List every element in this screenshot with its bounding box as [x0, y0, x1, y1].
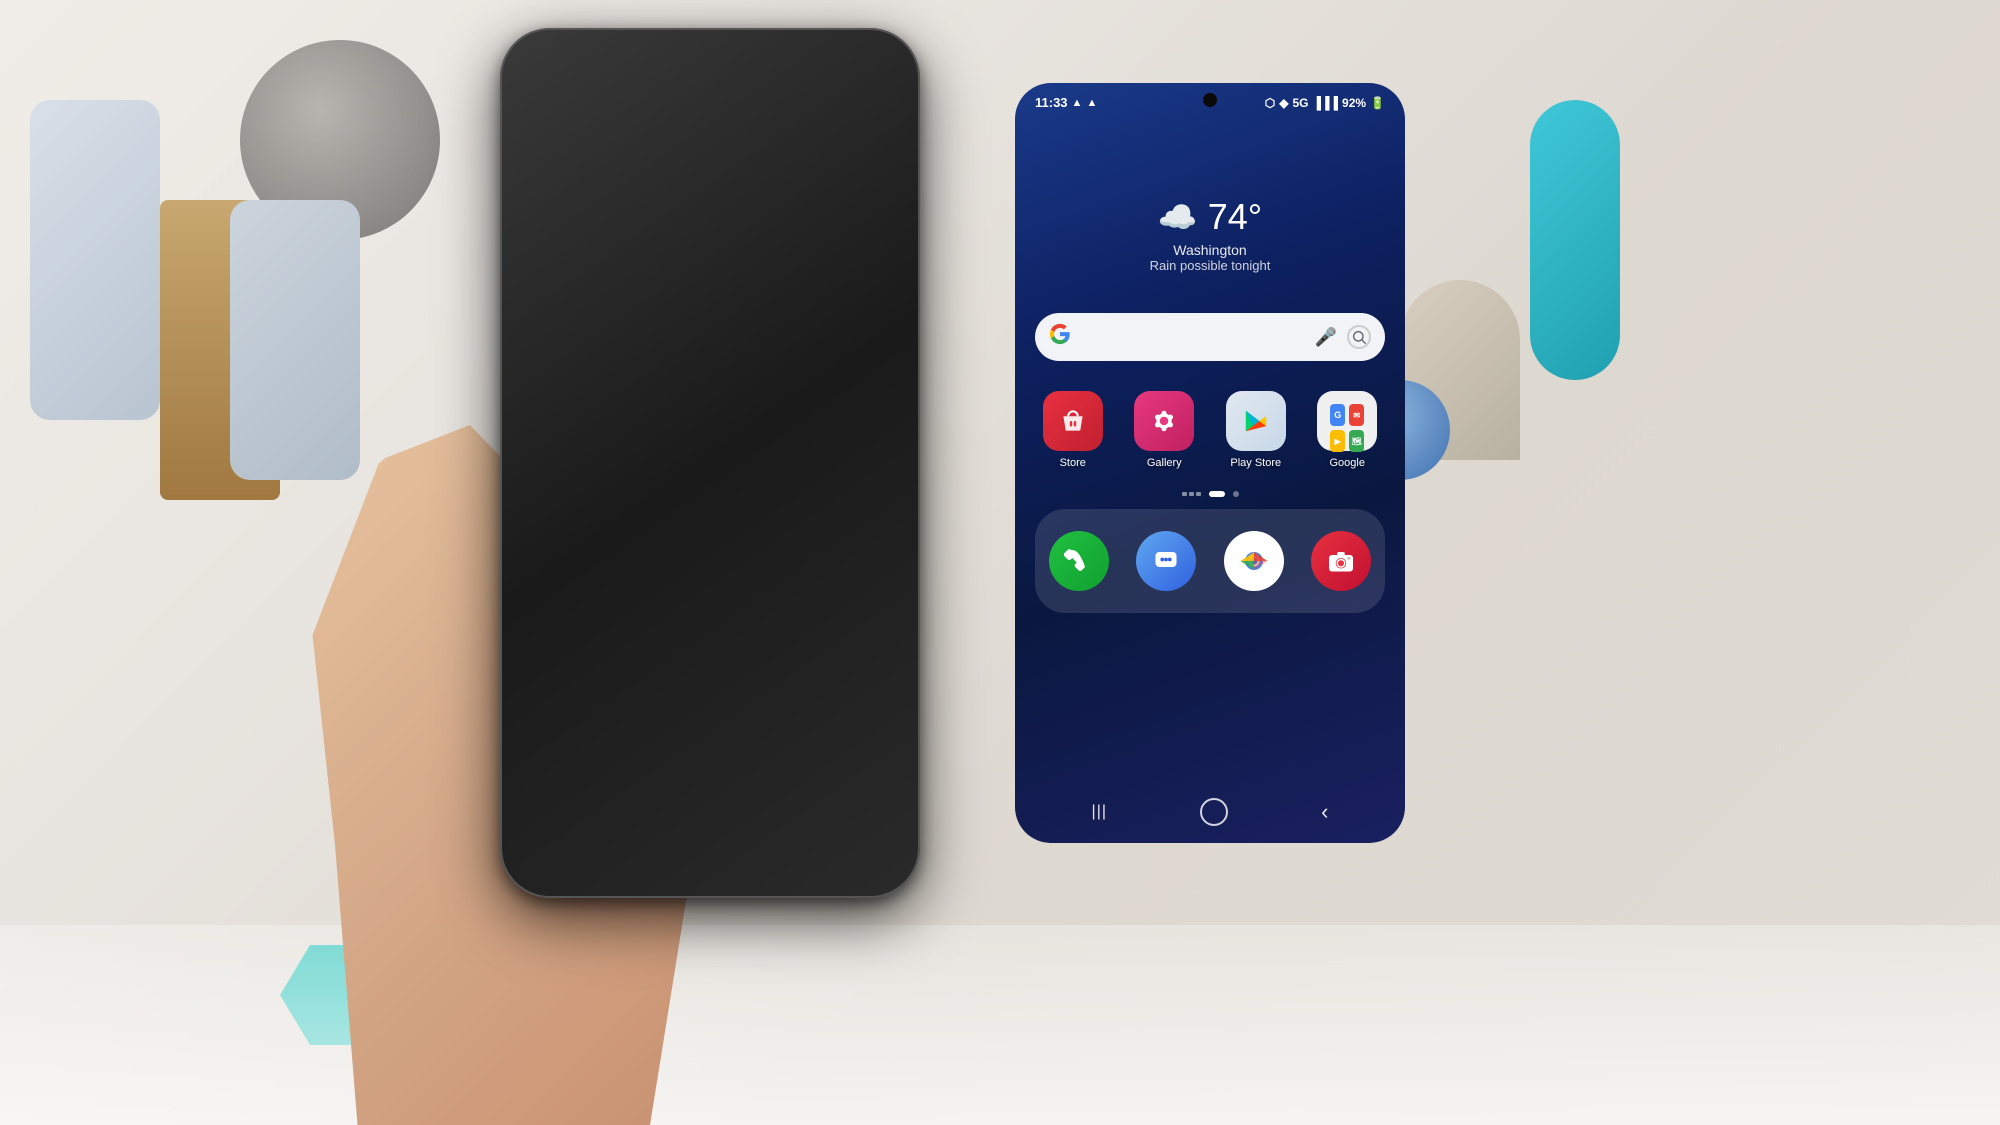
gallery-icon [1134, 391, 1194, 451]
dock-camera[interactable] [1311, 531, 1371, 591]
app-grid-row1: Store Gallery [1015, 381, 1405, 479]
page-indicator [1015, 491, 1405, 497]
store-icon [1043, 391, 1103, 451]
phone-screen: 11:33 ▲ ▲ ⬡ ◆ 5G ▐▐▐ 92% 🔋 ☁️ 74° Washin… [1015, 83, 1405, 843]
microphone-icon[interactable]: 🎤 [1315, 327, 1337, 348]
bg-phone-left [30, 100, 160, 420]
gallery-label: Gallery [1147, 457, 1182, 469]
recents-button[interactable]: ||| [1092, 803, 1107, 821]
search-icons: 🎤 [1315, 325, 1371, 349]
weather-city: Washington [1035, 242, 1385, 258]
status-right: ⬡ ◆ 5G ▐▐▐ 92% 🔋 [1265, 96, 1385, 110]
weather-temp-row: ☁️ 74° [1035, 196, 1385, 238]
dock-phone[interactable] [1049, 531, 1109, 591]
bg-teal-cylinder [1530, 100, 1620, 380]
page-dot-active [1209, 491, 1225, 497]
google-icon: G ✉ ▶ 🗺 [1317, 391, 1377, 451]
app-gallery[interactable]: Gallery [1127, 391, 1203, 469]
bg-white-surface [0, 925, 2000, 1125]
google-g-logo [1049, 323, 1071, 351]
app-playstore[interactable]: Play Store [1218, 391, 1294, 469]
google-search-bar[interactable]: 🎤 [1035, 313, 1385, 361]
store-label: Store [1060, 457, 1086, 469]
signal-icon: ▐▐▐ [1313, 96, 1339, 110]
phone-icon [1049, 531, 1109, 591]
battery-level: 92% [1342, 96, 1366, 110]
battery-icon: 🔋 [1370, 96, 1385, 110]
messages-icon [1136, 531, 1196, 591]
google-label: Google [1330, 457, 1365, 469]
back-button[interactable]: ‹ [1321, 799, 1328, 825]
weather-description: Rain possible tonight [1035, 258, 1385, 273]
dock-messages[interactable] [1136, 531, 1196, 591]
signal-bar-icon: ◆ [1279, 96, 1288, 110]
chrome-icon [1224, 531, 1284, 591]
bottom-dock [1035, 509, 1385, 613]
playstore-icon [1226, 391, 1286, 451]
page-dot-inactive [1233, 491, 1239, 497]
bg-phone-secondary [230, 200, 360, 480]
weather-cloud-icon: ☁️ [1158, 198, 1198, 236]
phone-frame: 11:33 ▲ ▲ ⬡ ◆ 5G ▐▐▐ 92% 🔋 ☁️ 74° Washin… [500, 28, 920, 898]
app-store[interactable]: Store [1035, 391, 1111, 469]
dock-apps [1035, 519, 1385, 603]
alert-icon: ▲ [1072, 97, 1083, 109]
navigation-bar: ||| ‹ [1015, 788, 1405, 843]
playstore-label: Play Store [1230, 457, 1281, 469]
status-left: 11:33 ▲ ▲ [1035, 95, 1097, 110]
weather-temperature: 74° [1208, 196, 1262, 238]
weather-widget: ☁️ 74° Washington Rain possible tonight [1015, 196, 1405, 273]
network-type: 5G [1292, 96, 1308, 110]
camera-icon [1311, 531, 1371, 591]
status-time: 11:33 [1035, 95, 1068, 110]
dock-chrome[interactable] [1224, 531, 1284, 591]
google-lens-icon[interactable] [1347, 325, 1371, 349]
search-input[interactable] [1081, 327, 1305, 347]
wifi-icon: ▲ [1086, 97, 1097, 109]
nfc-icon: ⬡ [1265, 96, 1275, 110]
app-google[interactable]: G ✉ ▶ 🗺 Google [1310, 391, 1386, 469]
home-button[interactable] [1200, 798, 1228, 826]
camera-notch [1203, 93, 1217, 107]
page-dot-lines [1182, 492, 1201, 496]
